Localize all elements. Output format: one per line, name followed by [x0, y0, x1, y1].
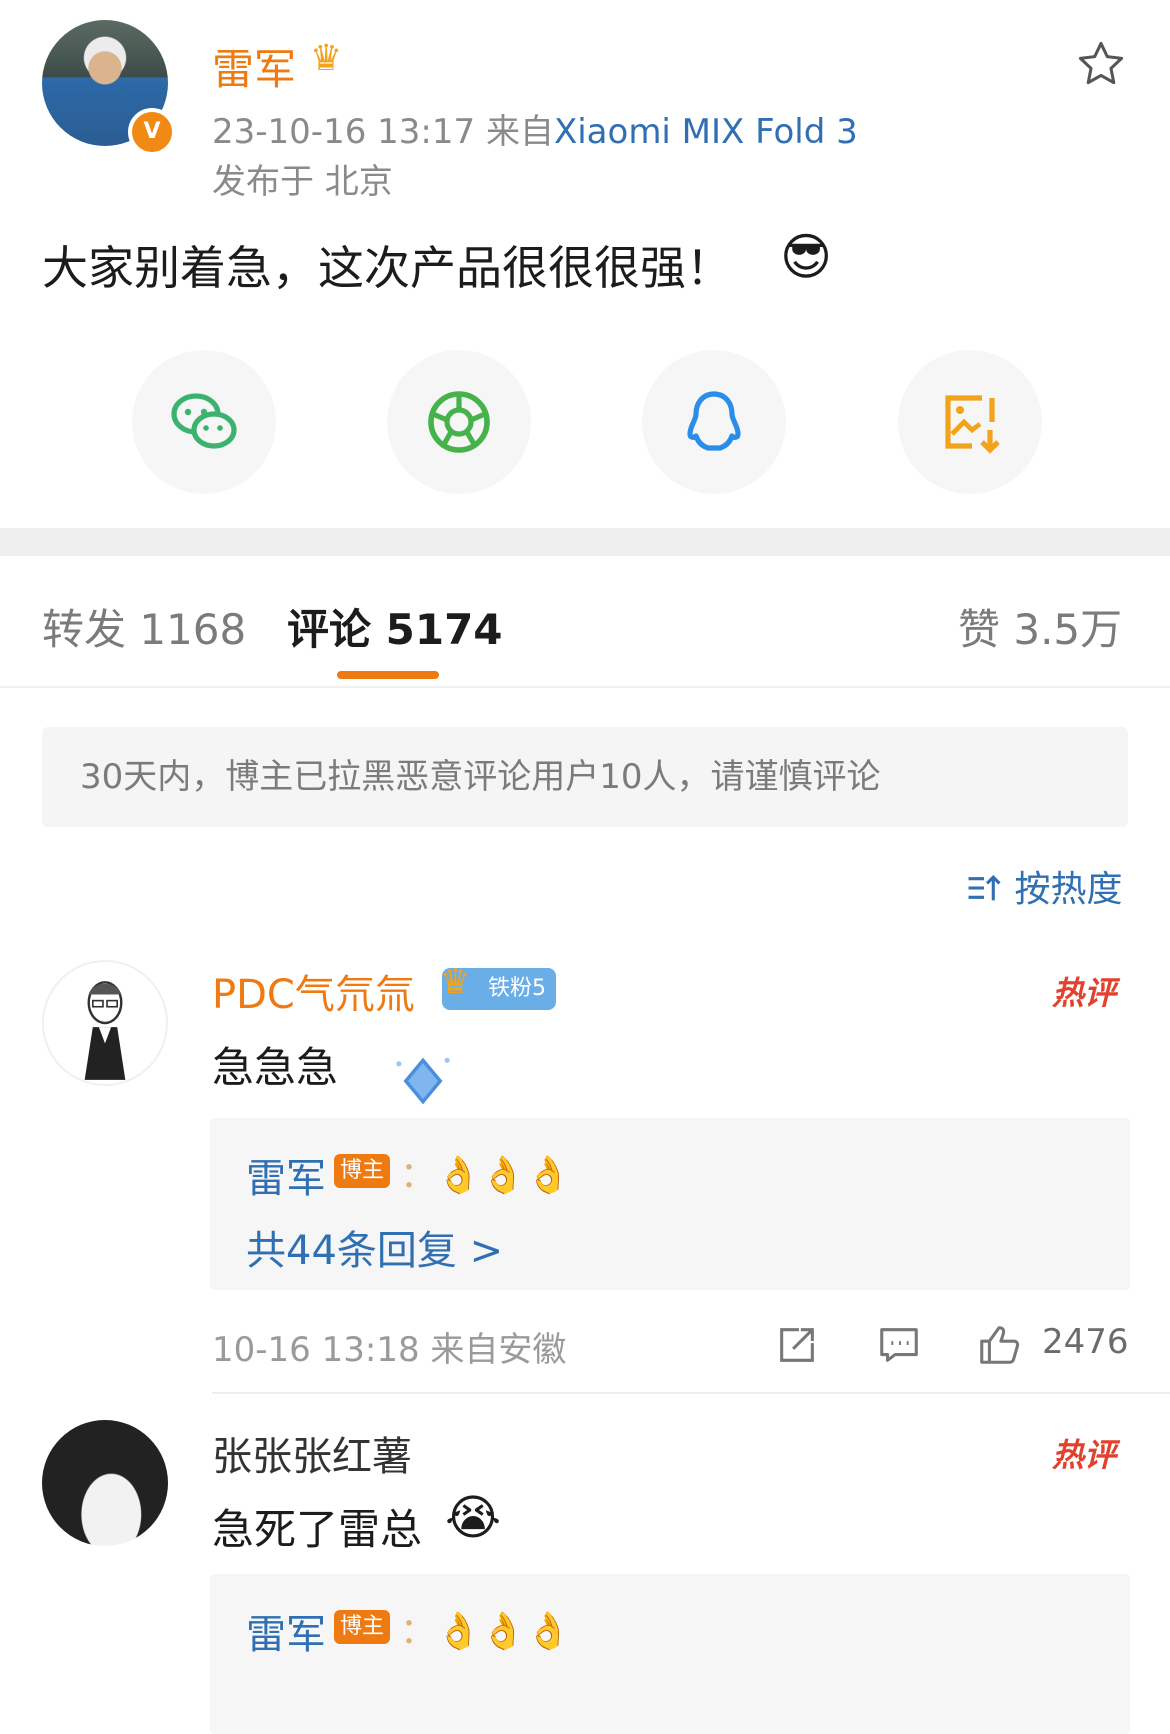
- like-count: 2476: [1042, 1322, 1129, 1362]
- block-notice: 30天内，博主已拉黑恶意评论用户10人，请谨慎评论: [42, 727, 1128, 827]
- sort-button[interactable]: 按热度: [965, 860, 1122, 912]
- comment-divider: [212, 1392, 1170, 1394]
- qq-icon: [687, 391, 741, 451]
- comment-text: 急死了雷总: [212, 1505, 423, 1554]
- save-image-icon: [945, 395, 1000, 454]
- share-qq-button[interactable]: [642, 350, 786, 494]
- device-link[interactable]: Xiaomi MIX Fold 3: [554, 112, 858, 152]
- sort-icon: [968, 874, 1001, 901]
- cool-face-emoji: 😎: [780, 228, 833, 286]
- hot-comment-badge: 热评: [1052, 1436, 1117, 1474]
- share-moments-button[interactable]: [387, 350, 531, 494]
- reply-preview-box[interactable]: [210, 1574, 1130, 1734]
- diamond-sticker-icon: [396, 1057, 450, 1105]
- blogger-badge: 博主: [334, 1610, 390, 1644]
- post-text: 大家别着急，这次产品很很很强！: [42, 241, 732, 295]
- verified-badge: V: [128, 108, 176, 156]
- tab-divider: [0, 686, 1170, 688]
- tab-likes[interactable]: 赞 3.5万: [958, 596, 1122, 657]
- crown-icon: ♛: [310, 38, 343, 79]
- crying-face-emoji: 😭: [445, 1490, 502, 1546]
- reply-author[interactable]: 雷军: [246, 1602, 326, 1660]
- tab-active-indicator: [337, 671, 439, 679]
- like-comment-icon[interactable]: [976, 1322, 1022, 1368]
- section-divider: [0, 528, 1170, 556]
- wechat-icon: [171, 393, 237, 449]
- hot-comment-badge: 热评: [1052, 974, 1117, 1012]
- commenter-name[interactable]: 张张张红薯: [212, 1424, 412, 1482]
- post-location: 发布于 北京: [212, 162, 393, 202]
- reply-text: ：👌👌👌: [400, 1611, 571, 1652]
- author-name[interactable]: 雷军: [212, 36, 296, 97]
- post-meta: 23-10-16 13:17 来自Xiaomi MIX Fold 3: [212, 104, 858, 153]
- cartoon-avatar-icon: [84, 981, 126, 1080]
- star-icon[interactable]: [1075, 38, 1127, 90]
- blogger-badge: 博主: [334, 1154, 390, 1188]
- view-all-replies-link[interactable]: 共44条回复 >: [246, 1218, 503, 1276]
- share-wechat-button[interactable]: [132, 350, 276, 494]
- reply-author[interactable]: 雷军: [246, 1146, 326, 1204]
- from-label: 来自: [485, 112, 554, 152]
- post-time: 23-10-16 13:17: [212, 112, 476, 152]
- save-image-button[interactable]: [898, 350, 1042, 494]
- moments-icon: [428, 391, 490, 453]
- reply-comment-icon[interactable]: [876, 1322, 922, 1368]
- tab-comments[interactable]: 评论 5174: [287, 596, 503, 657]
- commenter-name[interactable]: PDC气氘氚: [212, 962, 415, 1020]
- reply-text: ：👌👌👌: [400, 1155, 571, 1196]
- tab-repost[interactable]: 转发 1168: [42, 596, 246, 657]
- comment-text: 急急急: [212, 1043, 339, 1092]
- comment-meta: 10-16 13:18 来自安徽: [212, 1330, 567, 1370]
- commenter-avatar[interactable]: [42, 1420, 168, 1546]
- share-comment-icon[interactable]: [774, 1322, 820, 1368]
- sort-label: 按热度: [1014, 869, 1123, 910]
- commenter-avatar[interactable]: [42, 960, 168, 1086]
- fan-crown-icon: ♛: [440, 962, 471, 1002]
